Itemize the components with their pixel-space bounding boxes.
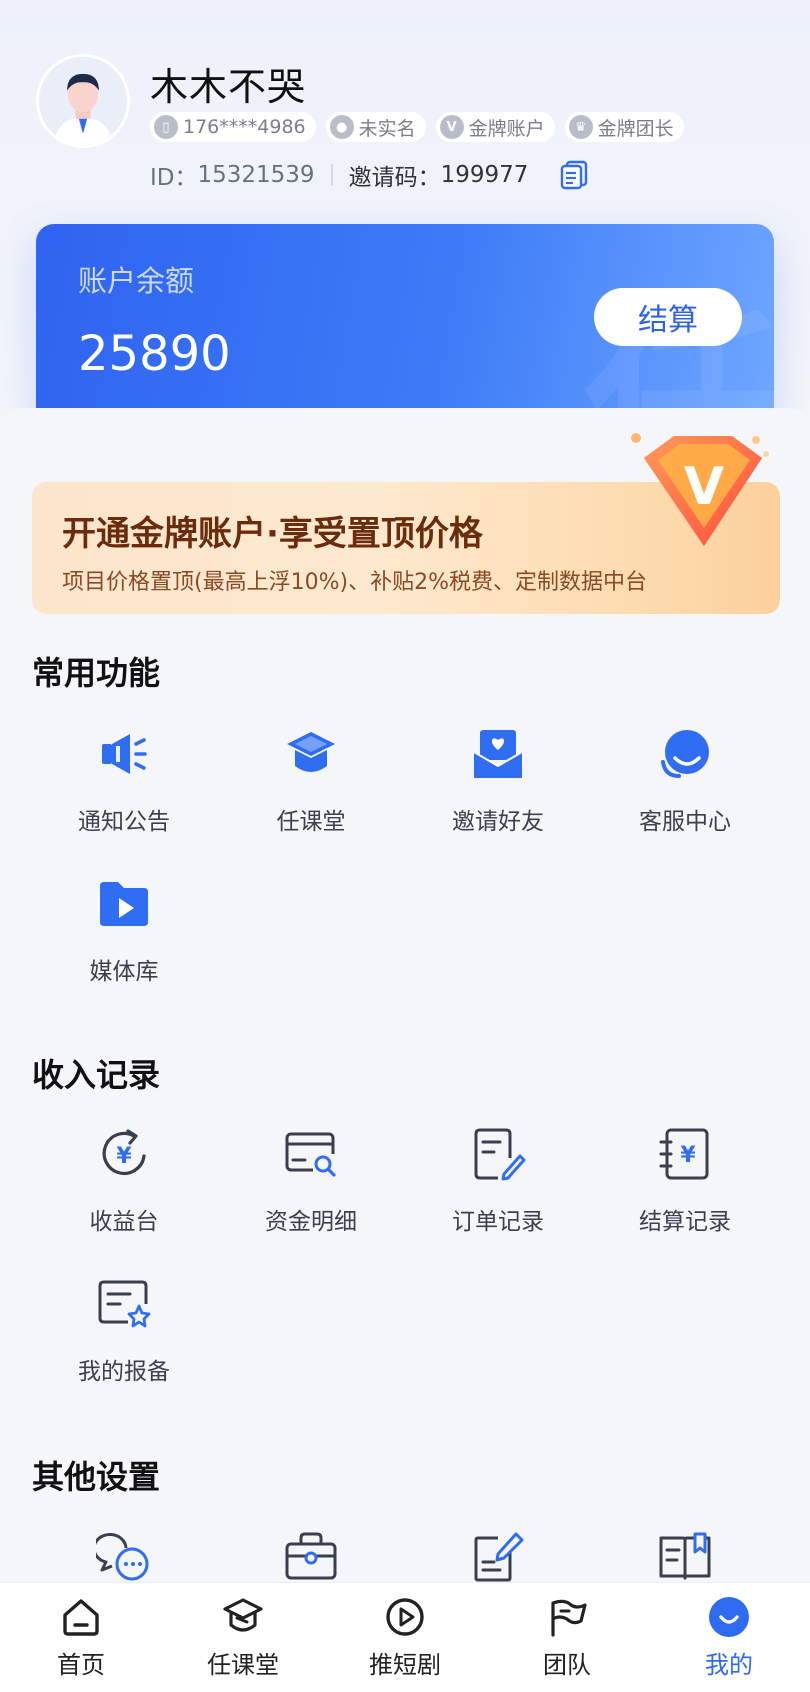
verify-text: 未实名 (358, 117, 416, 140)
bottom-nav: 首页 任课堂 推短剧 团队 我的 (0, 1582, 810, 1692)
grid-item-orders[interactable]: 订单记录 (423, 1126, 573, 1256)
nav-label: 首页 (57, 1651, 105, 1679)
grid-label: 收益台 (89, 1209, 159, 1235)
gold-account-tag: V 金牌账户 (435, 112, 555, 142)
section-title-common: 常用功能 (32, 654, 161, 692)
grid-item-classroom[interactable]: 任课堂 (236, 726, 386, 856)
grid-item-earnings[interactable]: ¥ 收益台 (49, 1126, 199, 1256)
graduation-cap-icon (287, 732, 335, 772)
nav-label: 任课堂 (207, 1651, 279, 1679)
nav-label: 推短剧 (369, 1651, 441, 1679)
verify-tag[interactable]: ● 未实名 (325, 112, 426, 142)
copy-icon[interactable] (560, 160, 588, 190)
person-icon: ● (329, 115, 354, 139)
customer-service-icon (661, 730, 709, 778)
report-star-icon (98, 1280, 151, 1328)
id-value: 15321539 (197, 162, 315, 188)
grid-item-settlements[interactable]: ¥ 结算记录 (610, 1126, 760, 1256)
phone-text: 176****4986 (183, 116, 306, 138)
my-page: 木木不哭 ▯ 176****4986 ● 未实名 V 金牌账户 ♛ 金牌团长 I… (0, 0, 810, 1692)
grid-label: 客服中心 (639, 809, 731, 835)
id-line: ID： 15321539 邀请码： 199977 (150, 158, 588, 192)
graduation-cap-icon (223, 1598, 263, 1632)
invite-label: 邀请码： (348, 165, 441, 191)
username: 木木不哭 (150, 65, 307, 109)
balance-label: 账户余额 (78, 264, 195, 298)
grid-item-reports[interactable]: 我的报备 (49, 1276, 199, 1406)
yuan-refresh-icon: ¥ (102, 1129, 146, 1176)
note-pen-icon (474, 1532, 524, 1582)
promo-title: 开通金牌账户·享受置顶价格 (62, 514, 483, 554)
grid-label: 任课堂 (276, 809, 346, 835)
invite-value: 199977 (440, 162, 529, 188)
crown-icon: ♛ (568, 115, 593, 139)
media-folder-icon (100, 882, 148, 926)
grid-label: 我的报备 (78, 1359, 170, 1385)
divider (330, 164, 333, 186)
home-icon (63, 1599, 99, 1636)
invite-envelope-icon (473, 730, 523, 778)
megaphone-icon (102, 734, 147, 774)
open-book-icon (659, 1532, 711, 1580)
avatar[interactable] (36, 54, 130, 148)
section-title-other: 其他设置 (32, 1458, 161, 1496)
settle-button[interactable]: 结算 (594, 288, 742, 346)
profile-tags: ▯ 176****4986 ● 未实名 V 金牌账户 ♛ 金牌团长 (150, 112, 684, 142)
nav-label: 我的 (705, 1651, 753, 1679)
phone-icon: ▯ (154, 115, 178, 139)
svg-text:¥: ¥ (680, 1143, 696, 1168)
chat-bubbles-icon (96, 1532, 149, 1581)
avatar-image (39, 57, 127, 145)
gold-account-text: 金牌账户 (468, 117, 545, 140)
nav-mine[interactable]: 我的 (648, 1583, 810, 1692)
yuan-ledger-icon: ¥ (659, 1128, 709, 1180)
id-label: ID： (150, 165, 198, 191)
play-circle-icon (386, 1598, 424, 1636)
gold-v-badge-icon: V (631, 433, 769, 546)
grid-item-invite[interactable]: 邀请好友 (423, 726, 573, 856)
grid-label: 结算记录 (639, 1209, 731, 1235)
svg-text:¥: ¥ (116, 1144, 132, 1169)
grid-label: 订单记录 (452, 1209, 544, 1235)
card-search-icon (285, 1132, 337, 1178)
gold-leader-tag: ♛ 金牌团长 (564, 112, 684, 142)
phone-tag: ▯ 176****4986 (150, 112, 316, 142)
grid-item-funds[interactable]: 资金明细 (236, 1126, 386, 1256)
grid-item-media[interactable]: 媒体库 (49, 876, 199, 1006)
nav-team[interactable]: 团队 (486, 1583, 648, 1692)
nav-shortdrama[interactable]: 推短剧 (324, 1583, 486, 1692)
balance-value: 25890 (78, 326, 231, 382)
smile-icon (709, 1597, 749, 1637)
badge-letter: V (684, 457, 724, 517)
promo-subtitle: 项目价格置顶(最高上浮10%)、补贴2%税费、定制数据中台 (62, 570, 647, 595)
grid-label: 媒体库 (89, 959, 159, 985)
document-edit-icon (474, 1128, 526, 1181)
balance-card: 任 账户余额 25890 结算 (36, 224, 774, 414)
grid-label: 资金明细 (265, 1209, 357, 1235)
v-badge-icon: V (439, 115, 464, 139)
section-title-income: 收入记录 (32, 1056, 161, 1094)
grid-label: 通知公告 (78, 809, 170, 835)
nav-classroom[interactable]: 任课堂 (162, 1583, 324, 1692)
flag-icon (551, 1599, 587, 1637)
grid-label: 邀请好友 (452, 809, 544, 835)
gold-leader-text: 金牌团长 (597, 117, 674, 140)
briefcase-icon (285, 1532, 337, 1580)
nav-label: 团队 (543, 1651, 591, 1679)
grid-item-notice[interactable]: 通知公告 (49, 726, 199, 856)
nav-home[interactable]: 首页 (0, 1583, 162, 1692)
grid-item-service[interactable]: 客服中心 (610, 726, 760, 856)
